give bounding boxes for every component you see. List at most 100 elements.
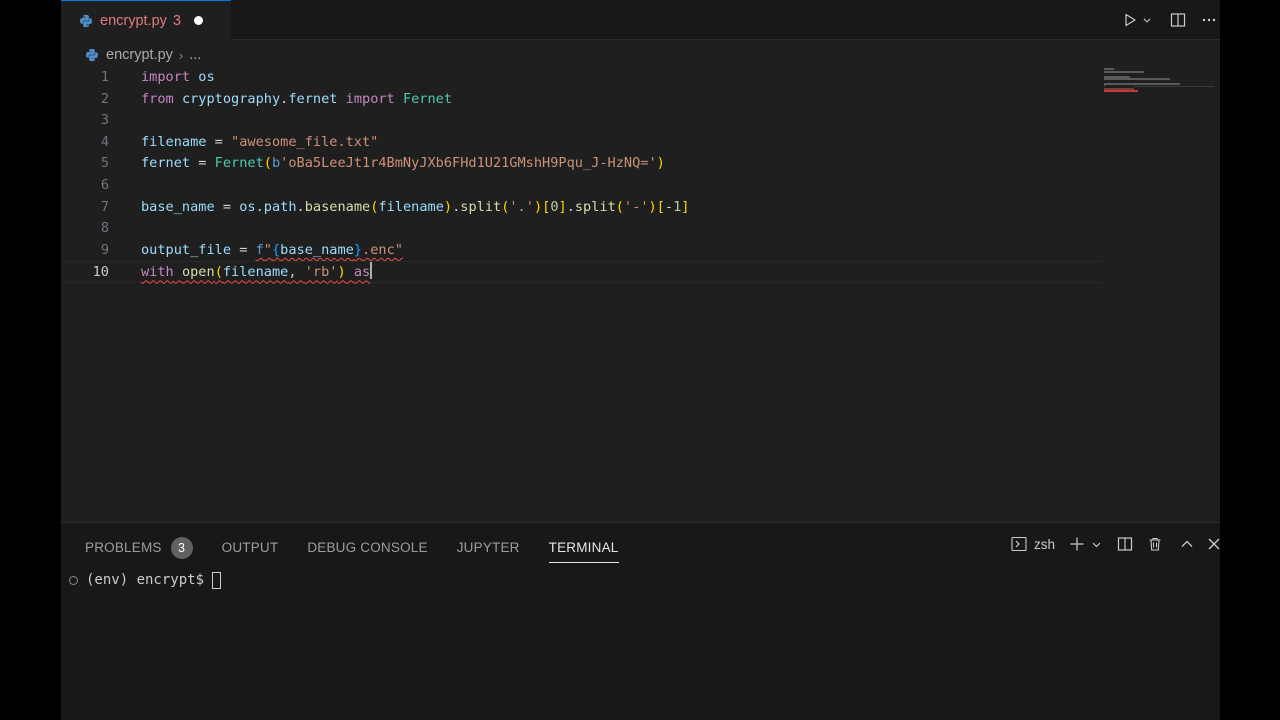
code-token: 'oBa5LeeJt1r4BmNyJXb6FHd1U21GMshH9Pqu_J-… <box>280 155 657 172</box>
close-panel-button[interactable] <box>1206 533 1220 555</box>
code-token: ( <box>615 198 624 215</box>
code-token: ( <box>214 264 223 281</box>
breadcrumb: encrypt.py › ... <box>85 44 201 66</box>
code-token: '-' <box>623 198 649 215</box>
code-token: = <box>206 133 232 150</box>
kill-terminal-button[interactable] <box>1147 533 1163 555</box>
code-token: = <box>214 198 240 215</box>
vscode-window: encrypt.py 3 encrypt.py › ... 1 import os <box>61 0 1220 720</box>
terminal-icon <box>1011 536 1027 552</box>
breadcrumb-symbols[interactable]: ... <box>189 47 201 63</box>
code-token: os <box>239 198 256 215</box>
split-terminal-icon <box>1117 537 1133 551</box>
code-token: os <box>198 69 215 85</box>
minimap[interactable] <box>1104 67 1214 97</box>
code-token: b <box>271 155 281 172</box>
code-token: import <box>345 90 395 107</box>
code-token: " <box>263 241 272 258</box>
terminal-prompt: (env) encrypt$ <box>86 572 205 588</box>
code-line[interactable]: 2 from cryptography.fernet import Fernet <box>61 89 1101 111</box>
code-text: fernet = Fernet(b'oBa5LeeJt1r4BmNyJXb6FH… <box>141 153 665 175</box>
run-python-file-button[interactable] <box>1121 11 1139 29</box>
code-token: "awesome_file.txt" <box>231 133 379 150</box>
chevron-up-icon <box>1181 540 1193 547</box>
code-line[interactable]: 4 filename = "awesome_file.txt" <box>61 132 1101 154</box>
code-line[interactable]: 10 with open(filename, 'rb') as <box>61 261 1101 283</box>
chevron-down-icon <box>1143 18 1151 23</box>
code-token: base_name <box>280 241 354 258</box>
line-number: 2 <box>100 90 109 107</box>
command-decoration-icon[interactable] <box>69 575 78 585</box>
code-token: .enc" <box>362 241 403 258</box>
text-cursor <box>370 262 373 280</box>
trash-icon <box>1149 537 1161 551</box>
code-token: filename <box>222 264 289 281</box>
panel-actions: zsh <box>61 533 1220 555</box>
code-line[interactable]: 1 import os <box>61 67 1101 89</box>
code-token: as <box>353 264 371 281</box>
terminal-cursor <box>212 571 222 589</box>
code-token: fernet <box>141 155 191 172</box>
shell-name: zsh <box>1034 536 1056 552</box>
code-text: with open(filename, 'rb') as <box>141 262 373 284</box>
code-token: { <box>271 241 281 258</box>
code-token: Fernet <box>402 90 453 107</box>
split-terminal-button[interactable] <box>1117 533 1133 555</box>
code-token: ) <box>648 198 657 215</box>
code-line[interactable]: 7 base_name = os.path.basename(filename).… <box>61 197 1101 219</box>
terminal-shell-selector[interactable]: zsh <box>1011 533 1055 555</box>
code-line[interactable]: 6 <box>61 175 1101 197</box>
new-terminal-button[interactable] <box>1069 533 1085 555</box>
python-icon <box>85 48 99 62</box>
tab-problem-count: 3 <box>172 12 181 29</box>
terminal-view[interactable]: (env) encrypt$ <box>69 570 222 590</box>
maximize-panel-button[interactable] <box>1179 533 1195 555</box>
code-token: ( <box>263 155 272 172</box>
line-number: 10 <box>92 264 109 281</box>
code-token: [ <box>656 198 665 215</box>
code-token: from <box>141 90 174 107</box>
line-number: 7 <box>100 198 109 215</box>
editor-tab-encrypt-py[interactable]: encrypt.py 3 <box>61 0 231 40</box>
line-number: 3 <box>100 112 109 129</box>
code-token: import <box>141 69 191 85</box>
code-token: ) <box>533 198 543 215</box>
code-token: ) <box>443 198 453 215</box>
code-token: . <box>296 198 305 215</box>
line-number: 4 <box>100 133 109 150</box>
more-actions-button[interactable] <box>1200 11 1218 29</box>
launch-profile-dropdown[interactable] <box>1091 533 1102 555</box>
code-token: . <box>255 198 264 215</box>
code-token: f <box>255 241 264 258</box>
run-dropdown-button[interactable] <box>1141 11 1153 29</box>
code-token: - <box>664 198 674 215</box>
code-line[interactable]: 3 <box>61 110 1101 132</box>
code-token: output_file <box>141 241 232 258</box>
breadcrumb-file[interactable]: encrypt.py <box>106 47 173 63</box>
code-token: 0 <box>550 198 559 215</box>
code-line[interactable]: 8 <box>61 218 1101 240</box>
code-token: Fernet <box>214 155 264 172</box>
code-line[interactable]: 5 fernet = Fernet(b'oBa5LeeJt1r4BmNyJXb6F… <box>61 153 1101 175</box>
code-token: = <box>231 241 256 258</box>
code-token: } <box>353 241 363 258</box>
tab-filename: encrypt.py <box>100 12 167 29</box>
chevron-down-icon <box>1092 542 1101 547</box>
code-token: . <box>566 198 575 215</box>
code-token: split <box>574 198 616 215</box>
code-text: base_name = os.path.basename(filename).s… <box>141 197 689 219</box>
code-line[interactable]: 9 output_file = f"{base_name}.enc" <box>61 240 1101 262</box>
code-token: , <box>288 264 305 281</box>
split-editor-button[interactable] <box>1169 11 1187 29</box>
code-token: ] <box>558 198 567 215</box>
code-text: import os <box>141 67 215 89</box>
python-icon <box>79 14 93 28</box>
code-editor[interactable]: 1 import os 2 from cryptography.fernet impo… <box>61 67 1220 522</box>
code-token: ) <box>337 264 346 281</box>
unsaved-dot-icon[interactable] <box>193 16 203 25</box>
